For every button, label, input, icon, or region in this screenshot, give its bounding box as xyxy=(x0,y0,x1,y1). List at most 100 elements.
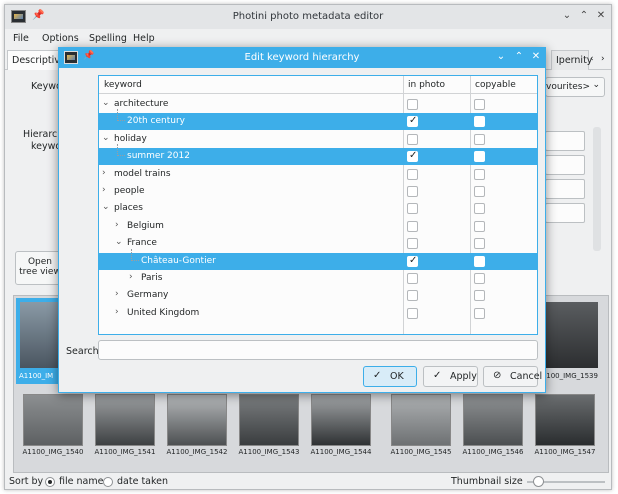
favourites-dropdown[interactable]: vourites> ⌄ xyxy=(545,77,605,97)
expand-right-icon[interactable]: › xyxy=(102,185,106,195)
sort-date-taken-label: date taken xyxy=(117,476,169,487)
in-photo-checkbox[interactable] xyxy=(407,150,418,163)
tree-row[interactable]: ⌄ holiday xyxy=(99,131,537,148)
search-input[interactable] xyxy=(98,340,538,360)
in-photo-checkbox[interactable] xyxy=(407,220,418,232)
tree-row[interactable]: › United Kingdom xyxy=(99,305,537,322)
tree-row[interactable]: ⌄ France xyxy=(99,235,537,252)
hierarchical-keyword-field-3[interactable] xyxy=(545,179,585,199)
chevron-down-icon[interactable]: ⌄ xyxy=(561,10,573,21)
thumbnail-1547[interactable]: A1100_IMG_1547 xyxy=(532,394,598,456)
expand-right-icon[interactable]: › xyxy=(102,168,106,178)
thumbnail-image xyxy=(95,394,155,446)
in-photo-checkbox[interactable] xyxy=(407,273,418,284)
scrollbar[interactable] xyxy=(593,127,601,251)
apply-button[interactable]: ✓ Apply xyxy=(423,366,478,387)
in-photo-checkbox[interactable] xyxy=(407,290,418,302)
copyable-checkbox[interactable] xyxy=(474,133,485,145)
menu-help[interactable]: Help xyxy=(133,33,155,44)
tree-row[interactable]: ⌄ architecture xyxy=(99,96,537,113)
thumbnail-1541[interactable]: A1100_IMG_1541 xyxy=(92,394,158,456)
copyable-checkbox[interactable] xyxy=(474,116,485,128)
thumbnail-1540[interactable]: A1100_IMG_1540 xyxy=(20,394,86,456)
expand-down-icon[interactable]: ⌄ xyxy=(102,133,110,143)
expand-right-icon[interactable]: › xyxy=(129,272,133,282)
thumbnail-1546[interactable]: A1100_IMG_1546 xyxy=(460,394,526,456)
chevron-up-icon[interactable]: ⌃ xyxy=(513,51,525,62)
chevron-up-icon[interactable]: ⌃ xyxy=(578,10,590,21)
copyable-checkbox[interactable] xyxy=(474,307,485,319)
tab-scroll-right-icon[interactable]: › xyxy=(601,54,605,64)
thumbnail-image xyxy=(167,394,227,446)
expand-down-icon[interactable]: ⌄ xyxy=(102,98,110,108)
column-in-photo[interactable]: in photo xyxy=(408,80,445,90)
copyable-checkbox[interactable] xyxy=(474,273,485,284)
tree-row[interactable]: ⌄ places xyxy=(99,200,537,217)
expand-right-icon[interactable]: › xyxy=(115,289,119,299)
expand-right-icon[interactable]: › xyxy=(115,220,119,230)
cancel-button[interactable]: ⊘ Cancel xyxy=(483,366,542,387)
tree-guide-line xyxy=(117,109,125,122)
hierarchical-keyword-field-2[interactable] xyxy=(545,155,585,175)
thumbnail-1545[interactable]: A1100_IMG_1545 xyxy=(388,394,454,456)
copyable-checkbox[interactable] xyxy=(474,238,485,250)
expand-down-icon[interactable]: ⌄ xyxy=(115,237,123,247)
column-keyword[interactable]: keyword xyxy=(104,80,142,90)
column-copyable[interactable]: copyable xyxy=(475,80,516,90)
sort-file-name-label: file name xyxy=(59,476,104,487)
thumbnail-image xyxy=(23,394,83,446)
slider-handle[interactable] xyxy=(533,476,544,487)
thumbnail-caption: A1100_IMG_1541 xyxy=(94,448,156,456)
sort-date-taken-radio[interactable] xyxy=(103,477,113,487)
copyable-checkbox[interactable] xyxy=(474,168,485,180)
tree-row[interactable]: summer 2012 xyxy=(99,144,537,166)
ok-button[interactable]: ✓ OK xyxy=(363,366,417,387)
chevron-down-icon[interactable]: ⌄ xyxy=(495,51,507,62)
sort-file-name-radio[interactable] xyxy=(45,477,55,487)
close-icon[interactable]: ✕ xyxy=(530,51,542,62)
copyable-checkbox[interactable] xyxy=(474,255,485,267)
expand-down-icon[interactable]: ⌄ xyxy=(102,202,110,212)
copyable-checkbox[interactable] xyxy=(474,151,485,163)
copyable-checkbox[interactable] xyxy=(474,203,485,215)
open-label: Open xyxy=(27,257,53,267)
menu-options[interactable]: Options xyxy=(42,33,79,44)
tree-row[interactable]: › Germany xyxy=(99,287,537,304)
in-photo-checkbox[interactable] xyxy=(407,186,418,197)
in-photo-checkbox[interactable] xyxy=(407,238,418,250)
thumbnail-1542[interactable]: A1100_IMG_1542 xyxy=(164,394,230,456)
tree-row[interactable]: › Belgium xyxy=(99,218,537,235)
in-photo-checkbox[interactable] xyxy=(407,307,418,319)
copyable-checkbox[interactable] xyxy=(474,186,485,197)
hierarchical-keyword-field-4[interactable] xyxy=(545,203,585,223)
expand-right-icon[interactable]: › xyxy=(115,307,119,317)
tree-row-label: Germany xyxy=(127,290,169,301)
in-photo-checkbox[interactable] xyxy=(407,99,418,110)
thumbnail-caption: A1100_IMG_1539 xyxy=(537,372,598,380)
tree-row[interactable]: › people xyxy=(99,183,537,200)
menu-spelling[interactable]: Spelling xyxy=(89,33,127,44)
copyable-checkbox[interactable] xyxy=(474,220,485,232)
tree-row-label: model trains xyxy=(114,168,171,179)
thumbnail-size-label: Thumbnail size xyxy=(451,476,523,487)
tab-scroll-left-icon[interactable]: ‹ xyxy=(590,54,594,64)
close-icon[interactable]: ✕ xyxy=(595,10,607,21)
tree-row-label: Belgium xyxy=(127,220,164,231)
in-photo-checkbox[interactable] xyxy=(407,203,418,215)
copyable-checkbox[interactable] xyxy=(474,290,485,302)
in-photo-checkbox[interactable] xyxy=(407,168,418,180)
thumbnail-1544[interactable]: A1100_IMG_1544 xyxy=(308,394,374,456)
tab-ipernity[interactable]: Ipernity xyxy=(551,50,592,70)
tree-row[interactable]: › Paris xyxy=(99,270,537,287)
in-photo-checkbox[interactable] xyxy=(407,115,418,128)
thumbnail-image xyxy=(391,394,451,446)
in-photo-checkbox[interactable] xyxy=(407,133,418,145)
menu-file[interactable]: File xyxy=(13,33,29,44)
hierarchical-keyword-field-1[interactable] xyxy=(545,131,585,151)
tree-row[interactable]: Château-Gontier xyxy=(99,248,537,270)
tree-row[interactable]: › model trains xyxy=(99,166,537,183)
tree-row[interactable]: 20th century xyxy=(99,109,537,131)
thumbnail-1543[interactable]: A1100_IMG_1543 xyxy=(236,394,302,456)
copyable-checkbox[interactable] xyxy=(474,99,485,110)
in-photo-checkbox[interactable] xyxy=(407,255,418,267)
